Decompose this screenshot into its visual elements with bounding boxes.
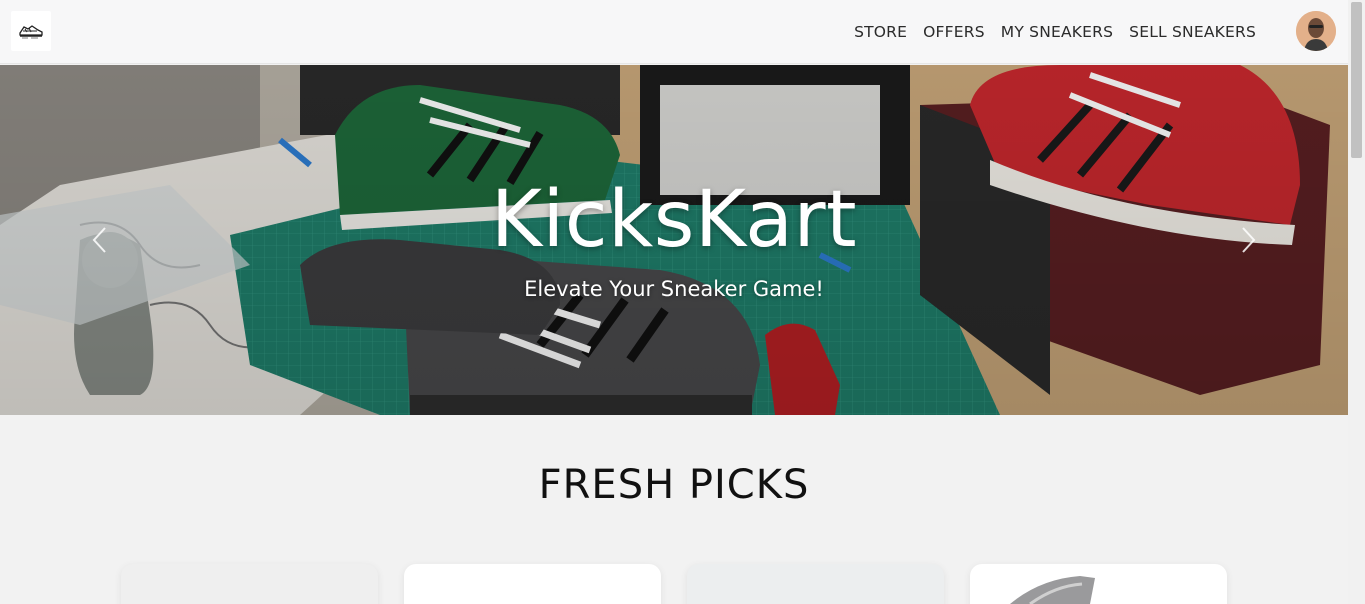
product-card[interactable] (687, 564, 944, 604)
nav-link-my-sneakers[interactable]: MY SNEAKERS (1001, 23, 1113, 41)
section-title: FRESH PICKS (538, 462, 810, 508)
chevron-right-icon[interactable] (1232, 225, 1262, 255)
user-avatar-icon[interactable] (1296, 11, 1336, 51)
page-scrollbar[interactable] (1348, 0, 1365, 604)
chevron-left-icon[interactable] (86, 225, 116, 255)
top-navbar: STORE OFFERS MY SNEAKERS SELL SNEAKERS (0, 0, 1348, 64)
scrollbar-thumb[interactable] (1351, 2, 1362, 158)
nav-links: STORE OFFERS MY SNEAKERS SELL SNEAKERS (854, 0, 1256, 64)
nav-link-sell-sneakers[interactable]: SELL SNEAKERS (1129, 23, 1256, 41)
hero-subtitle: Elevate Your Sneaker Game! (524, 277, 824, 301)
hero-carousel: KicksKart Elevate Your Sneaker Game! (0, 65, 1348, 415)
product-card[interactable] (121, 564, 378, 604)
sneaker-product-image (1010, 576, 1095, 604)
hero-title: KicksKart (490, 175, 858, 265)
sneaker-logo-icon[interactable] (11, 11, 51, 51)
product-card[interactable] (404, 564, 661, 604)
nav-link-offers[interactable]: OFFERS (923, 23, 985, 41)
nav-link-store[interactable]: STORE (854, 23, 907, 41)
product-card[interactable] (970, 564, 1227, 604)
